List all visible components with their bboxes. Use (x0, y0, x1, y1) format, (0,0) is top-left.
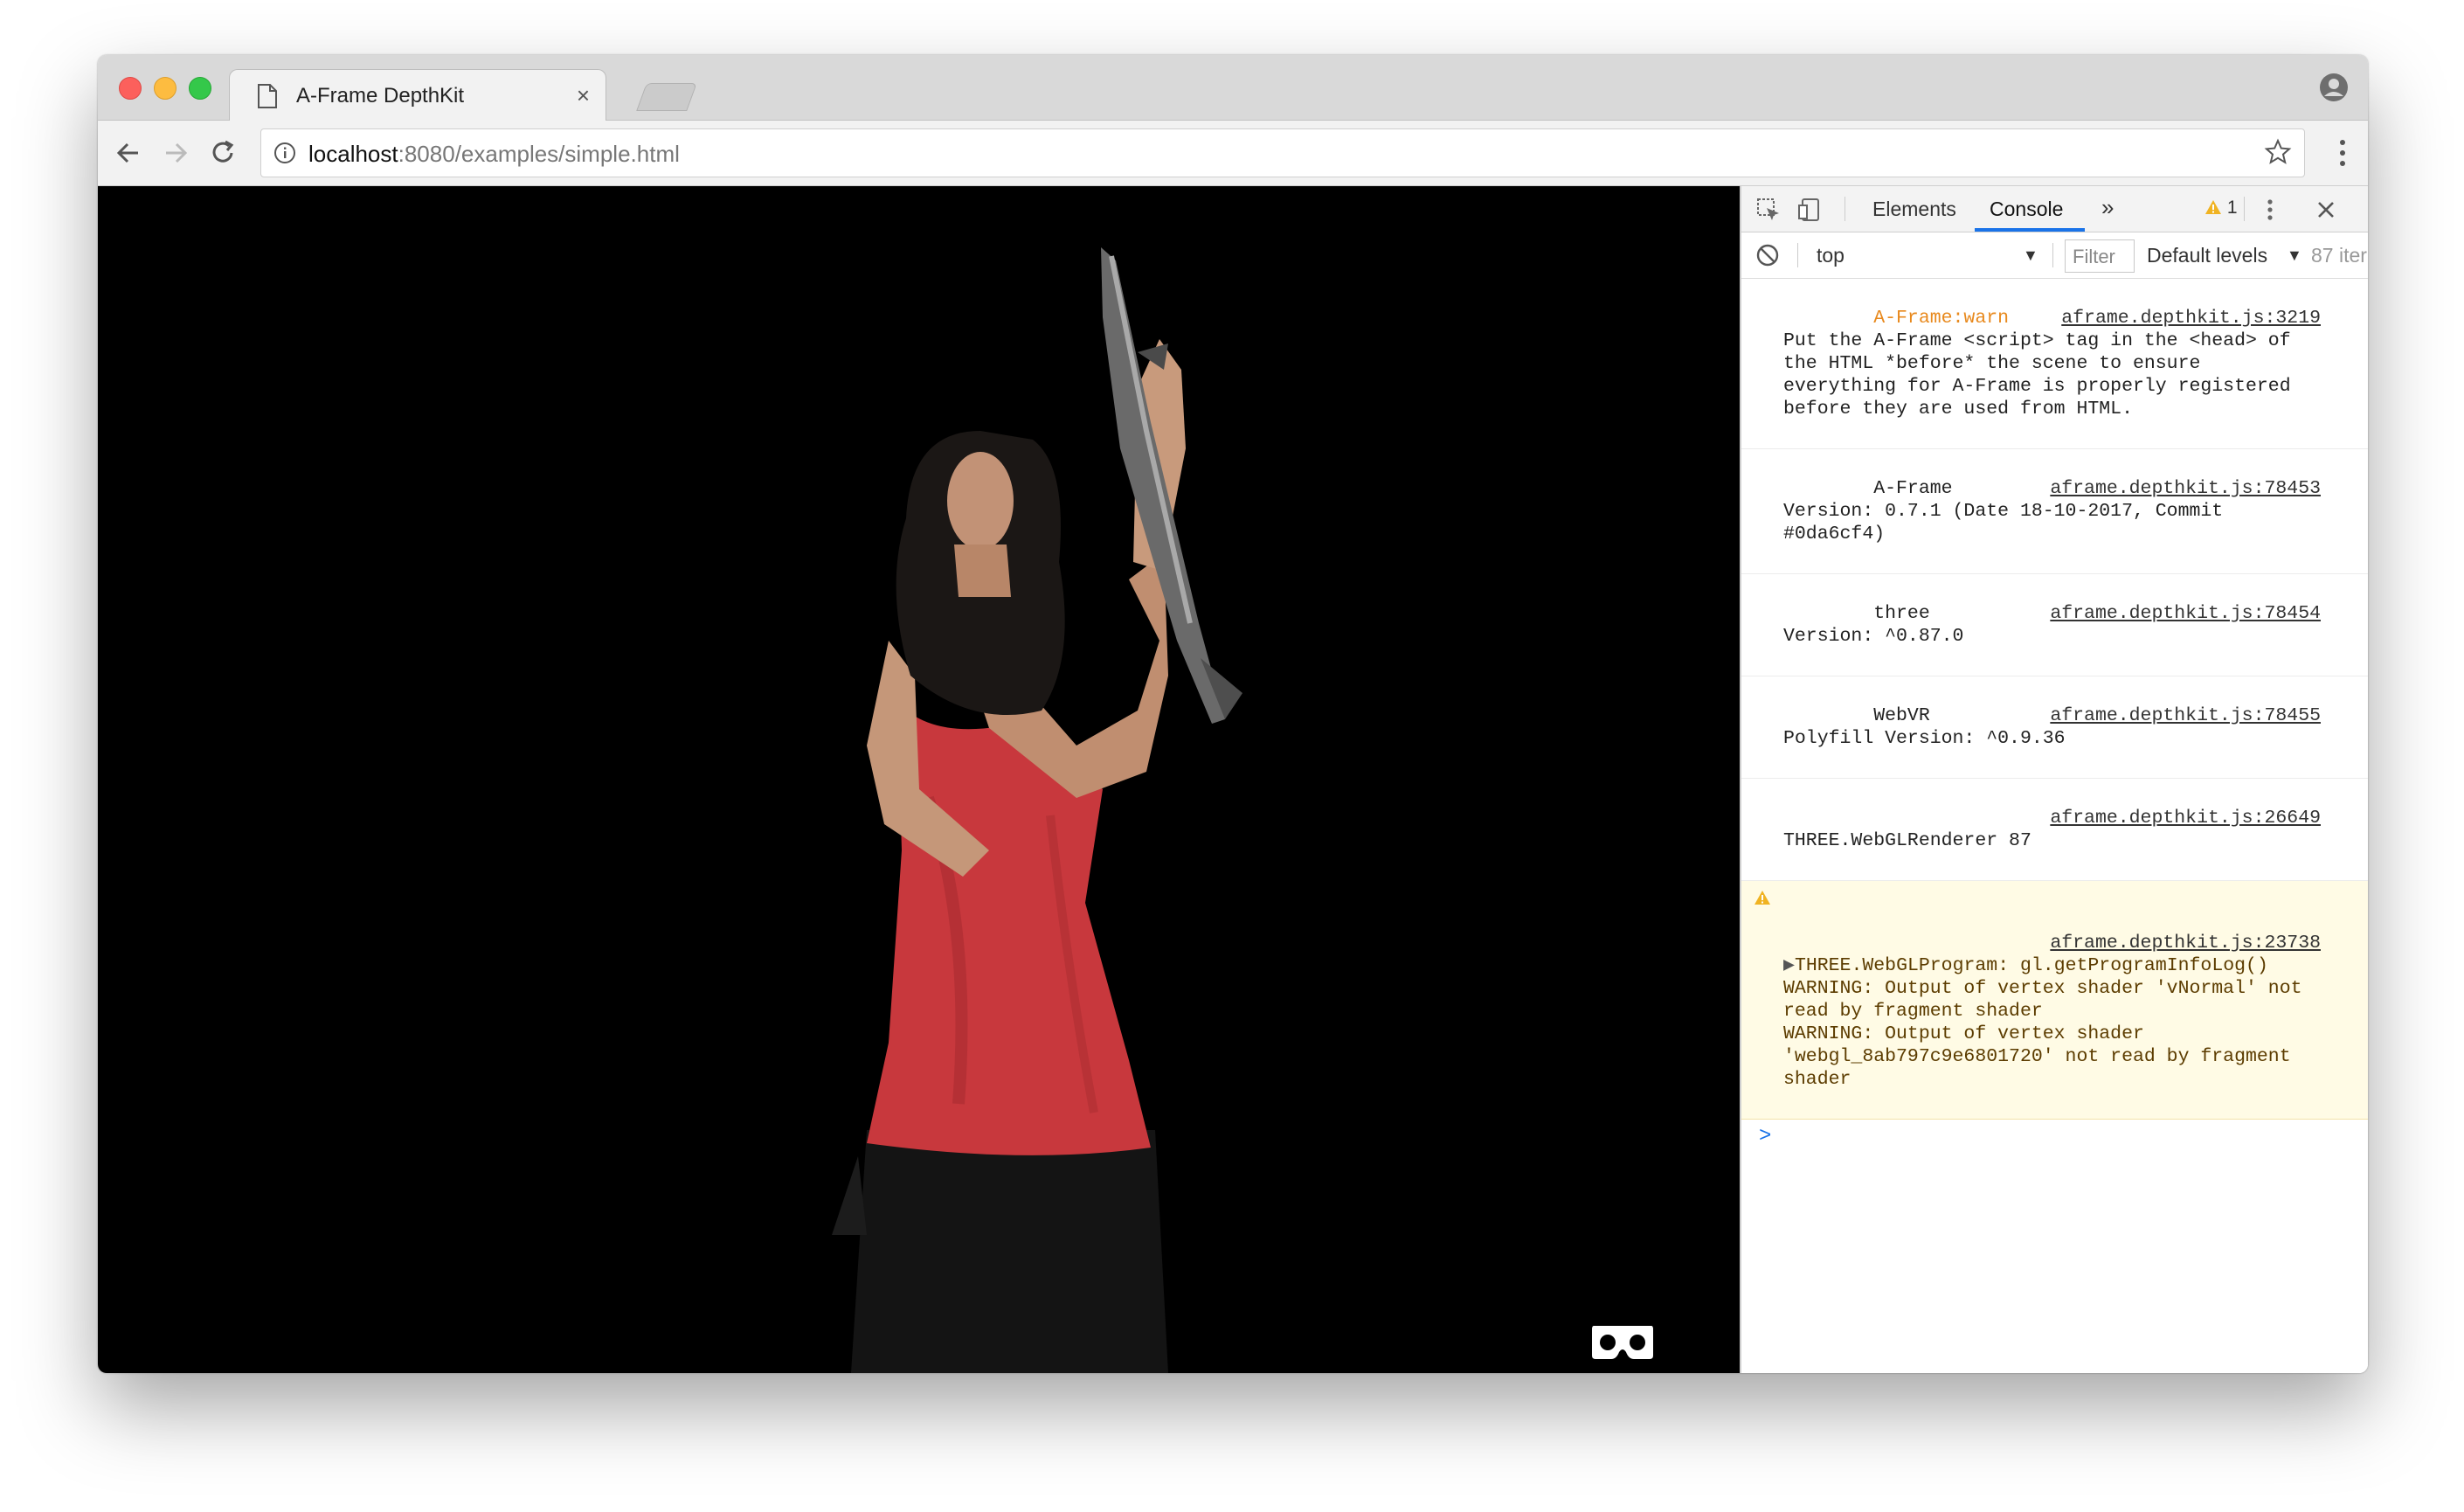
console-message: aframe.depthkit.js:3219 A-Frame:warn Put … (1741, 279, 2368, 449)
device-toolbar-icon[interactable] (1797, 197, 1824, 223)
tab-elements[interactable]: Elements (1872, 198, 1956, 221)
vr-mode-icon[interactable] (1590, 1322, 1655, 1361)
message-source-link[interactable]: aframe.depthkit.js:78453 (2050, 477, 2321, 500)
hidden-items-count: 87 iter (2311, 244, 2367, 267)
devtools-menu-icon[interactable] (2266, 197, 2274, 223)
minimize-window-button[interactable] (154, 77, 176, 100)
message-source-link[interactable]: aframe.depthkit.js:78454 (2050, 602, 2321, 625)
message-source-link[interactable]: aframe.depthkit.js:23738 (2050, 932, 2321, 954)
console-messages: aframe.depthkit.js:3219 A-Frame:warn Put … (1741, 279, 2368, 1373)
browser-window: A-Frame DepthKit × localhost:8080/exampl… (98, 55, 2368, 1373)
filter-placeholder: Filter (2073, 246, 2115, 267)
reload-icon[interactable] (206, 136, 239, 170)
url-path: :8080/examples/simple.html (398, 141, 680, 167)
aframe-scene-canvas[interactable] (98, 186, 1740, 1373)
message-text: three Version: ^0.87.0 (1783, 603, 1964, 647)
warning-icon (2205, 200, 2221, 214)
tab-console[interactable]: Console (1990, 198, 2063, 221)
toolbar-divider (2244, 197, 2245, 221)
message-source-link[interactable]: aframe.depthkit.js:26649 (2050, 807, 2321, 829)
tab-title: A-Frame DepthKit (296, 84, 465, 108)
tab-strip: A-Frame DepthKit × (98, 55, 2368, 122)
message-source-link[interactable]: aframe.depthkit.js:3219 (2061, 307, 2321, 329)
warning-count: 1 (2226, 198, 2238, 218)
context-select[interactable]: top (1817, 244, 1845, 267)
tab-aframe-depthkit[interactable]: A-Frame DepthKit × (229, 69, 606, 122)
volumetric-video-figure (832, 247, 1242, 1373)
browser-toolbar: localhost:8080/examples/simple.html (98, 121, 2368, 186)
console-message: aframe.depthkit.js:26649 THREE.WebGLRende… (1741, 779, 2368, 881)
message-text: THREE.WebGLProgram: gl.getProgramInfoLog… (1783, 955, 2302, 1090)
console-prompt[interactable]: > (1741, 1120, 2368, 1148)
message-source-link[interactable]: aframe.depthkit.js:78455 (2050, 704, 2321, 727)
chevron-down-icon[interactable]: ▼ (2287, 246, 2302, 265)
tab-close-icon[interactable]: × (577, 82, 590, 109)
warn-label: A-Frame:warn (1873, 308, 2010, 329)
console-message: aframe.depthkit.js:78453 A-Frame Version:… (1741, 449, 2368, 574)
warning-icon (1755, 891, 1770, 905)
bookmark-star-icon[interactable] (2264, 138, 2292, 166)
forward-icon[interactable] (159, 136, 192, 170)
info-icon[interactable] (273, 142, 296, 164)
devtools-panel: Elements Console » 1 top ▼ Filter Defaul… (1740, 186, 2368, 1373)
message-text: THREE.WebGLRenderer 87 (1783, 830, 2031, 851)
inspect-element-icon[interactable] (1755, 197, 1782, 223)
warning-counter[interactable]: 1 (2204, 198, 2238, 218)
address-bar[interactable]: localhost:8080/examples/simple.html (260, 128, 2305, 177)
chrome-menu-icon[interactable] (2338, 136, 2347, 170)
profile-icon[interactable] (2319, 73, 2349, 102)
console-filter-bar: top ▼ Filter Default levels ▼ 87 iter (1741, 232, 2368, 279)
toolbar-divider (1797, 243, 1798, 267)
prompt-chevron-icon: > (1759, 1125, 1772, 1148)
back-icon[interactable] (112, 136, 145, 170)
active-tab-indicator (1975, 228, 2085, 232)
url-host: localhost (308, 141, 398, 167)
console-filter-input[interactable]: Filter (2065, 239, 2135, 273)
console-message: aframe.depthkit.js:78454 three Version: ^… (1741, 574, 2368, 676)
console-warning-message[interactable]: aframe.depthkit.js:23738 ▶THREE.WebGLProg… (1741, 881, 2368, 1120)
console-message: aframe.depthkit.js:78455 WebVR Polyfill V… (1741, 676, 2368, 779)
maximize-window-button[interactable] (189, 77, 211, 100)
chevron-down-icon[interactable]: ▼ (2023, 246, 2038, 265)
message-text: WebVR Polyfill Version: ^0.9.36 (1783, 705, 2066, 749)
close-window-button[interactable] (119, 77, 142, 100)
more-tabs-icon[interactable]: » (2101, 194, 2114, 221)
clear-console-icon[interactable] (1755, 243, 1780, 267)
log-levels-select[interactable]: Default levels (2147, 244, 2267, 267)
new-tab-button[interactable] (636, 83, 697, 111)
devtools-tab-bar: Elements Console » 1 (1741, 186, 2368, 232)
close-devtools-icon[interactable] (2313, 197, 2339, 223)
url-text[interactable]: localhost:8080/examples/simple.html (308, 141, 680, 168)
toolbar-divider (2052, 243, 2053, 267)
expand-arrow-icon[interactable]: ▶ (1783, 955, 1795, 976)
page-icon (258, 84, 277, 108)
